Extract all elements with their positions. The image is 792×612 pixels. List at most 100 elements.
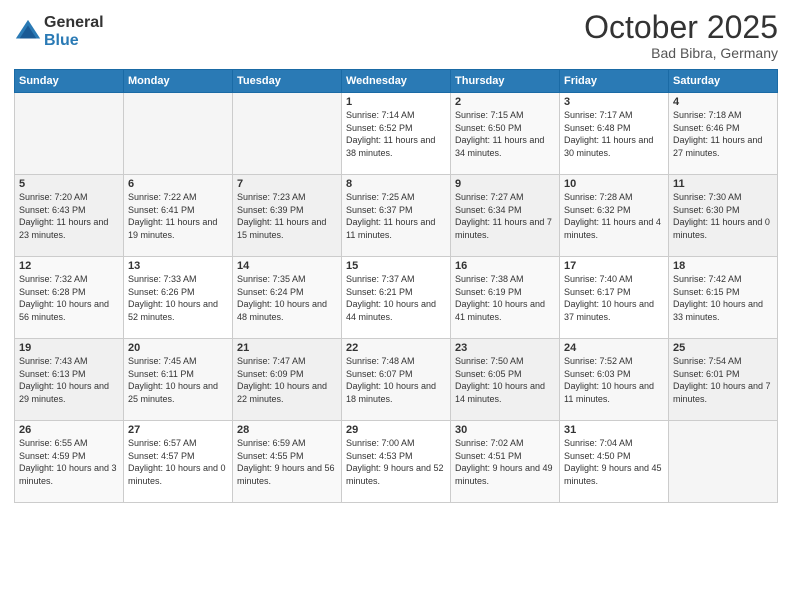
header-monday: Monday — [124, 70, 233, 93]
day-number: 22 — [346, 342, 446, 354]
calendar-container: General Blue October 2025 Bad Bibra, Ger… — [0, 0, 792, 509]
day-number: 15 — [346, 260, 446, 272]
day-info: Sunrise: 6:59 AMSunset: 4:55 PMDaylight:… — [237, 437, 337, 487]
day-info: Sunrise: 7:18 AMSunset: 6:46 PMDaylight:… — [673, 109, 773, 159]
day-info: Sunrise: 7:25 AMSunset: 6:37 PMDaylight:… — [346, 191, 446, 241]
cell-4-1: 19Sunrise: 7:43 AMSunset: 6:13 PMDayligh… — [15, 339, 124, 421]
cell-3-3: 14Sunrise: 7:35 AMSunset: 6:24 PMDayligh… — [233, 257, 342, 339]
cell-2-5: 9Sunrise: 7:27 AMSunset: 6:34 PMDaylight… — [451, 175, 560, 257]
day-number: 6 — [128, 178, 228, 190]
cell-2-6: 10Sunrise: 7:28 AMSunset: 6:32 PMDayligh… — [560, 175, 669, 257]
title-block: October 2025 Bad Bibra, Germany — [584, 10, 778, 61]
header: General Blue October 2025 Bad Bibra, Ger… — [14, 10, 778, 61]
day-number: 11 — [673, 178, 773, 190]
day-number: 21 — [237, 342, 337, 354]
day-info: Sunrise: 7:14 AMSunset: 6:52 PMDaylight:… — [346, 109, 446, 159]
day-info: Sunrise: 7:20 AMSunset: 6:43 PMDaylight:… — [19, 191, 119, 241]
cell-1-4: 1Sunrise: 7:14 AMSunset: 6:52 PMDaylight… — [342, 93, 451, 175]
week-row-5: 26Sunrise: 6:55 AMSunset: 4:59 PMDayligh… — [15, 421, 778, 503]
cell-3-4: 15Sunrise: 7:37 AMSunset: 6:21 PMDayligh… — [342, 257, 451, 339]
cell-3-1: 12Sunrise: 7:32 AMSunset: 6:28 PMDayligh… — [15, 257, 124, 339]
day-number: 3 — [564, 96, 664, 108]
cell-1-6: 3Sunrise: 7:17 AMSunset: 6:48 PMDaylight… — [560, 93, 669, 175]
day-number: 2 — [455, 96, 555, 108]
day-info: Sunrise: 7:40 AMSunset: 6:17 PMDaylight:… — [564, 273, 664, 323]
logo-general: General — [44, 14, 104, 32]
day-number: 18 — [673, 260, 773, 272]
cell-3-7: 18Sunrise: 7:42 AMSunset: 6:15 PMDayligh… — [669, 257, 778, 339]
weekday-header-row: Sunday Monday Tuesday Wednesday Thursday… — [15, 70, 778, 93]
header-friday: Friday — [560, 70, 669, 93]
day-number: 8 — [346, 178, 446, 190]
logo-icon — [14, 18, 42, 46]
day-number: 29 — [346, 424, 446, 436]
day-info: Sunrise: 7:17 AMSunset: 6:48 PMDaylight:… — [564, 109, 664, 159]
cell-5-5: 30Sunrise: 7:02 AMSunset: 4:51 PMDayligh… — [451, 421, 560, 503]
location: Bad Bibra, Germany — [584, 45, 778, 61]
cell-3-5: 16Sunrise: 7:38 AMSunset: 6:19 PMDayligh… — [451, 257, 560, 339]
cell-4-4: 22Sunrise: 7:48 AMSunset: 6:07 PMDayligh… — [342, 339, 451, 421]
calendar-table: Sunday Monday Tuesday Wednesday Thursday… — [14, 69, 778, 503]
day-info: Sunrise: 7:54 AMSunset: 6:01 PMDaylight:… — [673, 355, 773, 405]
day-number: 5 — [19, 178, 119, 190]
day-info: Sunrise: 7:45 AMSunset: 6:11 PMDaylight:… — [128, 355, 228, 405]
day-number: 26 — [19, 424, 119, 436]
cell-4-5: 23Sunrise: 7:50 AMSunset: 6:05 PMDayligh… — [451, 339, 560, 421]
day-number: 7 — [237, 178, 337, 190]
day-info: Sunrise: 7:30 AMSunset: 6:30 PMDaylight:… — [673, 191, 773, 241]
day-number: 14 — [237, 260, 337, 272]
cell-2-4: 8Sunrise: 7:25 AMSunset: 6:37 PMDaylight… — [342, 175, 451, 257]
day-info: Sunrise: 7:38 AMSunset: 6:19 PMDaylight:… — [455, 273, 555, 323]
day-number: 13 — [128, 260, 228, 272]
cell-2-7: 11Sunrise: 7:30 AMSunset: 6:30 PMDayligh… — [669, 175, 778, 257]
header-wednesday: Wednesday — [342, 70, 451, 93]
day-info: Sunrise: 7:42 AMSunset: 6:15 PMDaylight:… — [673, 273, 773, 323]
cell-2-3: 7Sunrise: 7:23 AMSunset: 6:39 PMDaylight… — [233, 175, 342, 257]
cell-5-2: 27Sunrise: 6:57 AMSunset: 4:57 PMDayligh… — [124, 421, 233, 503]
day-info: Sunrise: 7:22 AMSunset: 6:41 PMDaylight:… — [128, 191, 228, 241]
day-number: 17 — [564, 260, 664, 272]
week-row-1: 1Sunrise: 7:14 AMSunset: 6:52 PMDaylight… — [15, 93, 778, 175]
day-info: Sunrise: 7:48 AMSunset: 6:07 PMDaylight:… — [346, 355, 446, 405]
day-info: Sunrise: 7:35 AMSunset: 6:24 PMDaylight:… — [237, 273, 337, 323]
day-number: 16 — [455, 260, 555, 272]
cell-1-7: 4Sunrise: 7:18 AMSunset: 6:46 PMDaylight… — [669, 93, 778, 175]
day-number: 27 — [128, 424, 228, 436]
cell-5-1: 26Sunrise: 6:55 AMSunset: 4:59 PMDayligh… — [15, 421, 124, 503]
day-info: Sunrise: 7:37 AMSunset: 6:21 PMDaylight:… — [346, 273, 446, 323]
day-number: 24 — [564, 342, 664, 354]
cell-4-3: 21Sunrise: 7:47 AMSunset: 6:09 PMDayligh… — [233, 339, 342, 421]
day-number: 19 — [19, 342, 119, 354]
cell-5-6: 31Sunrise: 7:04 AMSunset: 4:50 PMDayligh… — [560, 421, 669, 503]
cell-5-4: 29Sunrise: 7:00 AMSunset: 4:53 PMDayligh… — [342, 421, 451, 503]
month-title: October 2025 — [584, 10, 778, 45]
header-tuesday: Tuesday — [233, 70, 342, 93]
logo-blue: Blue — [44, 32, 104, 50]
day-number: 30 — [455, 424, 555, 436]
cell-1-1 — [15, 93, 124, 175]
day-number: 28 — [237, 424, 337, 436]
day-info: Sunrise: 6:55 AMSunset: 4:59 PMDaylight:… — [19, 437, 119, 487]
logo-text: General Blue — [44, 14, 104, 49]
day-info: Sunrise: 7:23 AMSunset: 6:39 PMDaylight:… — [237, 191, 337, 241]
cell-1-3 — [233, 93, 342, 175]
day-info: Sunrise: 7:27 AMSunset: 6:34 PMDaylight:… — [455, 191, 555, 241]
cell-3-6: 17Sunrise: 7:40 AMSunset: 6:17 PMDayligh… — [560, 257, 669, 339]
cell-1-5: 2Sunrise: 7:15 AMSunset: 6:50 PMDaylight… — [451, 93, 560, 175]
day-number: 12 — [19, 260, 119, 272]
day-number: 31 — [564, 424, 664, 436]
day-number: 20 — [128, 342, 228, 354]
header-saturday: Saturday — [669, 70, 778, 93]
day-info: Sunrise: 7:00 AMSunset: 4:53 PMDaylight:… — [346, 437, 446, 487]
day-number: 25 — [673, 342, 773, 354]
day-info: Sunrise: 7:52 AMSunset: 6:03 PMDaylight:… — [564, 355, 664, 405]
cell-4-7: 25Sunrise: 7:54 AMSunset: 6:01 PMDayligh… — [669, 339, 778, 421]
day-info: Sunrise: 7:02 AMSunset: 4:51 PMDaylight:… — [455, 437, 555, 487]
week-row-3: 12Sunrise: 7:32 AMSunset: 6:28 PMDayligh… — [15, 257, 778, 339]
header-thursday: Thursday — [451, 70, 560, 93]
cell-1-2 — [124, 93, 233, 175]
cell-2-1: 5Sunrise: 7:20 AMSunset: 6:43 PMDaylight… — [15, 175, 124, 257]
day-number: 10 — [564, 178, 664, 190]
day-info: Sunrise: 7:28 AMSunset: 6:32 PMDaylight:… — [564, 191, 664, 241]
day-info: Sunrise: 7:47 AMSunset: 6:09 PMDaylight:… — [237, 355, 337, 405]
